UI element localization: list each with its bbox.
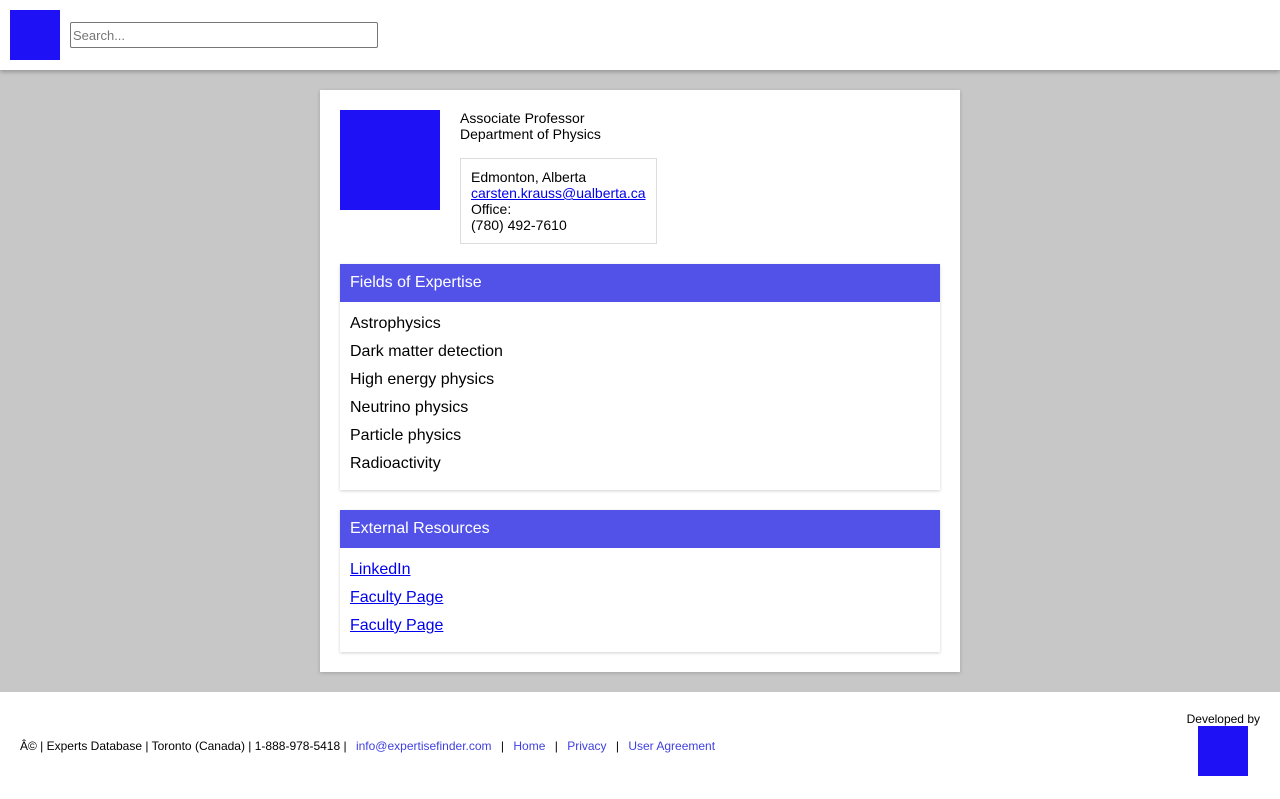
footer-home-link[interactable]: Home [513,739,545,753]
logo-icon[interactable] [10,10,60,60]
profile-card: Associate Professor Department of Physic… [320,90,960,672]
position-title: Associate Professor [460,110,585,126]
resources-heading: External Resources [340,510,940,548]
top-bar [0,0,1280,70]
faculty-page-link[interactable]: Faculty Page [350,589,443,606]
resources-panel: External Resources LinkedIn Faculty Page… [340,510,940,652]
search-input[interactable] [70,22,378,48]
footer-links: Â© | Experts Database | Toronto (Canada)… [20,739,715,753]
contact-box: Edmonton, Alberta carsten.krauss@ualbert… [460,158,657,244]
expertise-item: Particle physics [350,427,462,444]
profile-photo [340,110,440,210]
email-link[interactable]: carsten.krauss@ualberta.ca [471,185,646,201]
footer-separator: | [554,739,558,753]
expertise-item: Astrophysics [350,315,441,332]
faculty-page-link[interactable]: Faculty Page [350,617,443,634]
footer: Â© | Experts Database | Toronto (Canada)… [0,692,1280,799]
profile-title-block: Associate Professor Department of Physic… [460,110,601,142]
location-text: Edmonton, Alberta [471,169,587,185]
department-name: Department of Physics [460,126,601,142]
linkedin-link[interactable]: LinkedIn [350,561,411,578]
expertise-item: Neutrino physics [350,399,469,416]
footer-separator: | [500,739,505,753]
expertise-heading: Fields of Expertise [340,264,940,302]
developed-by-label: Developed by [1186,712,1260,726]
expertise-item: Radioactivity [350,455,441,472]
phone-number: (780) 492-7610 [471,217,567,233]
expertise-list: Astrophysics Dark matter detection High … [340,302,940,488]
footer-separator: | [615,739,619,753]
expertise-item: High energy physics [350,371,495,388]
expertise-panel: Fields of Expertise Astrophysics Dark ma… [340,264,940,490]
developer-logo-icon[interactable] [1198,726,1248,776]
copyright-text: Â© | Experts Database | Toronto (Canada)… [20,739,347,753]
footer-privacy-link[interactable]: Privacy [567,739,606,753]
developer-credit: Developed by [1180,712,1260,776]
office-label: Office: [471,201,512,217]
resources-list: LinkedIn Faculty Page Faculty Page [340,548,940,650]
expertise-item: Dark matter detection [350,343,503,360]
footer-agreement-link[interactable]: User Agreement [628,739,715,753]
footer-email-link[interactable]: info@expertisefinder.com [356,739,492,753]
